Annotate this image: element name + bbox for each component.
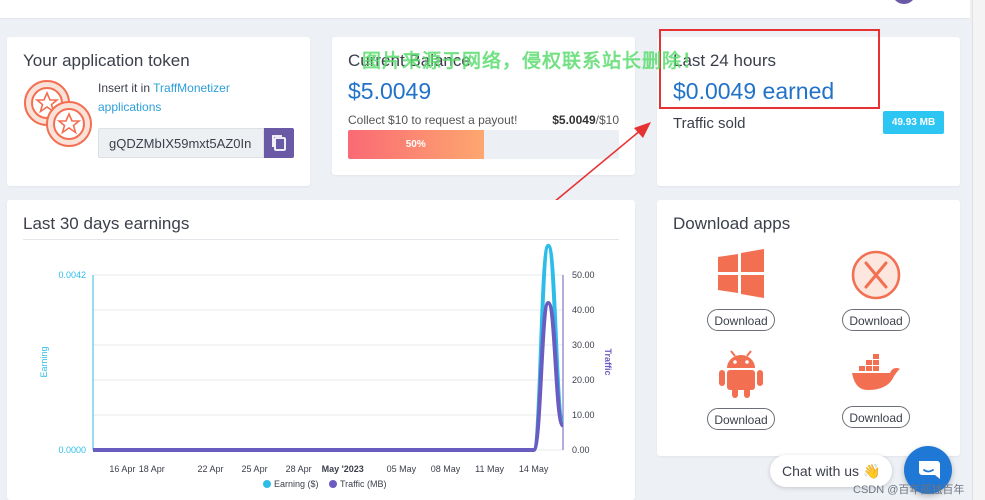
copy-token-button[interactable] (264, 128, 294, 158)
copy-icon (272, 135, 286, 151)
chart-x-tick: 05 May (387, 464, 417, 474)
token-card-title: Your application token (23, 51, 190, 70)
earnings-card: Last 30 days earnings 0.0042 0.0000 50.00 4… (7, 200, 635, 500)
earning-series-line (92, 243, 565, 452)
token-input[interactable]: gQDZMbIX59mxt5AZ0In (98, 128, 264, 158)
chart-x-tick: 11 May (475, 464, 504, 474)
chart-legend-label: Traffic (MB) (340, 479, 387, 489)
earnings-chart[interactable]: 0.0042 0.0000 50.00 40.00 30.00 20.00 10.00 0.0… (7, 200, 635, 500)
page-scrollbar[interactable] (972, 0, 985, 500)
download-apps-card: Download apps Download Download Download… (657, 200, 960, 456)
windows-icon (718, 249, 764, 298)
docker-icon (852, 354, 900, 390)
payout-ratio: $5.0049/$10 (552, 113, 619, 127)
traffic-sold-badge: 49.93 MB (883, 111, 944, 134)
chart-right-tick: 50.00 (572, 270, 595, 280)
traffic-series-line (92, 301, 565, 452)
chart-right-tick: 30.00 (572, 340, 595, 350)
traffic-sold-label: Traffic sold (673, 115, 746, 132)
balance-amount: $5.0049 (348, 78, 432, 104)
chart-x-tick: 22 Apr (197, 464, 223, 474)
android-icon (719, 350, 763, 398)
chart-right-tick: 10.00 (572, 410, 595, 420)
payout-progress-bar: 50% (348, 130, 619, 159)
chat-label: Chat with us (782, 463, 860, 479)
chart-x-tick: 25 Apr (242, 464, 268, 474)
chart-right-tick: 0.00 (572, 445, 590, 455)
chart-right-tick: 40.00 (572, 305, 595, 315)
macos-icon (851, 250, 901, 300)
download-docker-button[interactable]: Download (842, 406, 910, 428)
download-apps-title: Download apps (673, 214, 791, 233)
coins-icon (24, 80, 92, 147)
chart-left-tick: 0.0000 (58, 445, 86, 455)
top-bar (0, 0, 970, 19)
chart-x-tick: 28 Apr (286, 464, 312, 474)
chart-legend-swatch (263, 480, 271, 488)
chart-left-tick: 0.0042 (58, 270, 86, 280)
chart-x-tick: 16 Apr (109, 464, 135, 474)
payout-target: /$10 (595, 113, 619, 127)
token-card: Your application token Insert it in Traf… (7, 37, 310, 186)
token-help-prefix: Insert it in (98, 81, 151, 95)
chart-legend-swatch (329, 480, 337, 488)
payout-progress-fill: 50% (348, 130, 484, 159)
chart-legend-label: Earning ($) (274, 479, 319, 489)
token-help-text: Insert it in TraffMonetizer applications (98, 79, 258, 117)
download-windows-button[interactable]: Download (707, 309, 775, 331)
chart-right-axis-label: Traffic (603, 348, 613, 375)
download-android-button[interactable]: Download (707, 408, 775, 430)
chart-x-tick: May '2023 (322, 464, 364, 474)
chart-right-tick: 20.00 (572, 375, 595, 385)
chart-x-tick: 18 Apr (139, 464, 165, 474)
download-macos-button[interactable]: Download (842, 309, 910, 331)
wave-emoji: 👋 (862, 463, 881, 479)
chart-left-axis-label: Earning (39, 346, 49, 377)
csdn-credit: CSDN @百年孤独百年 (853, 484, 965, 496)
payout-hint: Collect $10 to request a payout! (348, 113, 518, 127)
payout-current: $5.0049 (552, 113, 596, 127)
chart-x-tick: 14 May (519, 464, 549, 474)
watermark: 图片来源于网络，侵权联系站长删除！ (362, 51, 703, 72)
chart-x-tick: 08 May (431, 464, 461, 474)
